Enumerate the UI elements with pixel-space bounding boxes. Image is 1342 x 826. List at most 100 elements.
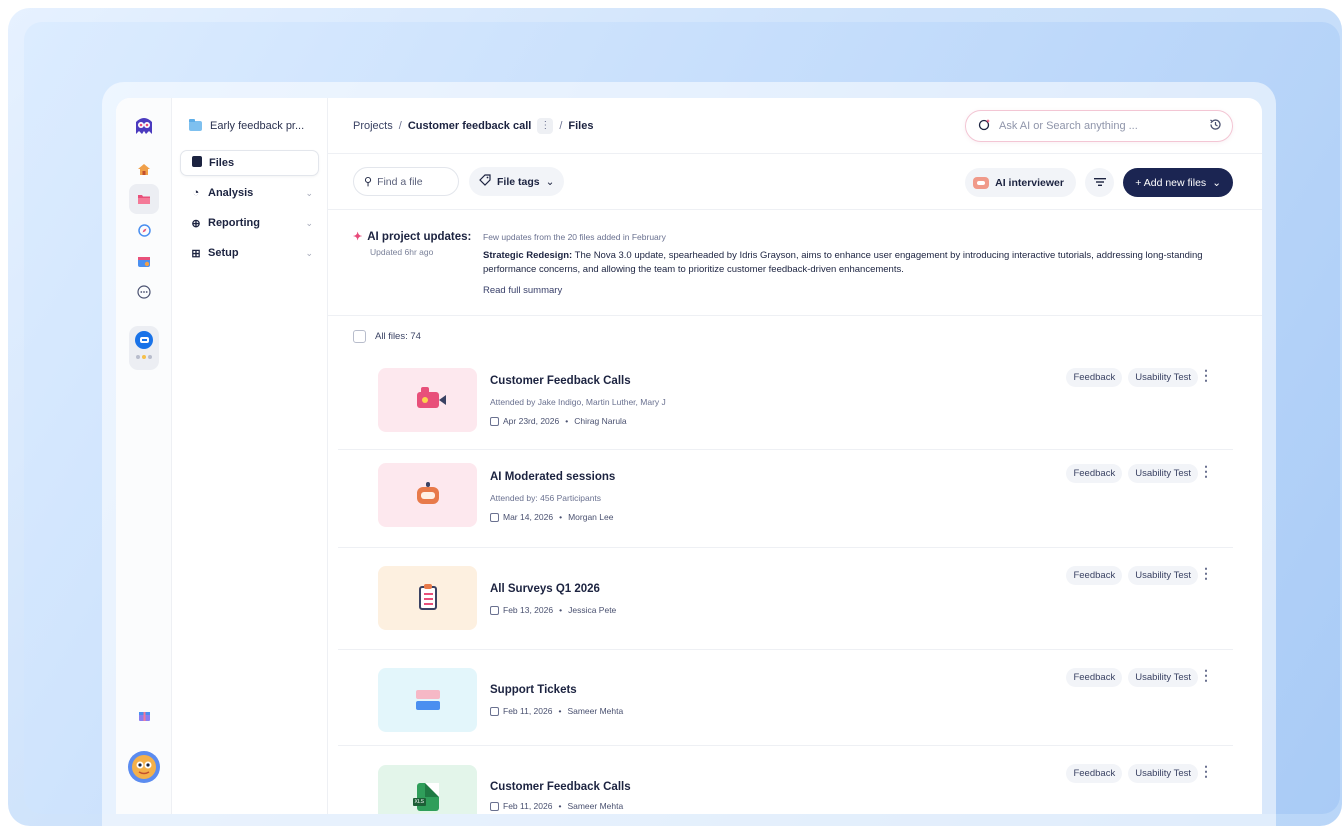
calendar-icon bbox=[490, 512, 499, 522]
file-title[interactable]: Support Tickets bbox=[490, 684, 577, 696]
file-meta: Feb 13, 2026 • Jessica Pete bbox=[490, 605, 616, 615]
tag-feedback[interactable]: Feedback bbox=[1066, 464, 1123, 483]
ai-interviewer-label: AI interviewer bbox=[995, 176, 1064, 189]
file-title[interactable]: Customer Feedback Calls bbox=[490, 375, 631, 387]
kebab-menu-icon[interactable]: ⋮ bbox=[1199, 763, 1213, 780]
find-file-input[interactable]: ⚲ Find a file bbox=[353, 167, 459, 196]
file-icon bbox=[189, 156, 205, 170]
globe-icon: ⊕ bbox=[191, 217, 201, 230]
file-row[interactable]: XLS Customer Feedback Calls Feb 11, 2026… bbox=[338, 746, 1233, 814]
history-icon[interactable] bbox=[1209, 118, 1222, 134]
calendar-users-icon[interactable] bbox=[129, 246, 159, 276]
file-meta: Feb 11, 2026 • Sameer Mehta bbox=[490, 801, 623, 811]
calendar-icon bbox=[490, 706, 499, 716]
dot-separator: • bbox=[558, 801, 562, 811]
kebab-menu-icon[interactable]: ⋮ bbox=[1199, 565, 1213, 582]
file-title[interactable]: Customer Feedback Calls bbox=[490, 781, 631, 793]
calendar-icon bbox=[490, 416, 499, 426]
nav-item-files[interactable]: Files bbox=[180, 150, 319, 176]
file-row[interactable]: Support Tickets Feb 11, 2026 • Sameer Me… bbox=[338, 650, 1233, 746]
support-tickets-icon bbox=[415, 690, 440, 710]
calendar-icon bbox=[490, 801, 499, 811]
dot-separator: • bbox=[565, 416, 569, 426]
nav-item-reporting[interactable]: ⊕ Reporting ⌄ bbox=[180, 210, 319, 236]
project-nav: Early feedback pr... Files ◔ Analysis ⌄ … bbox=[172, 98, 328, 814]
filter-button[interactable] bbox=[1085, 168, 1114, 197]
file-row[interactable]: Customer Feedback Calls Attended by Jake… bbox=[338, 352, 1233, 450]
kebab-menu-icon[interactable]: ⋮ bbox=[1199, 667, 1213, 684]
file-owner: Sameer Mehta bbox=[567, 706, 624, 716]
tag-usability-test[interactable]: Usability Test bbox=[1128, 668, 1198, 687]
breadcrumb-files: Files bbox=[568, 119, 594, 132]
file-date: Feb 13, 2026 bbox=[503, 605, 554, 615]
breadcrumb: Projects / Customer feedback call ⋮ / Fi… bbox=[353, 117, 594, 134]
file-title[interactable]: All Surveys Q1 2026 bbox=[490, 583, 600, 595]
gift-box-icon[interactable] bbox=[129, 700, 159, 730]
all-files-header: All files: 74 bbox=[328, 316, 1262, 356]
file-row[interactable]: All Surveys Q1 2026 Feb 13, 2026 • Jessi… bbox=[338, 548, 1233, 650]
file-tags: Feedback Usability Test bbox=[1066, 566, 1198, 585]
tag-feedback[interactable]: Feedback bbox=[1066, 668, 1123, 687]
file-tags: Feedback Usability Test bbox=[1066, 464, 1198, 483]
file-meta: Feb 11, 2026 • Sameer Mehta bbox=[490, 706, 623, 716]
file-owner: Jessica Pete bbox=[568, 605, 617, 615]
zoom-integration[interactable] bbox=[129, 326, 159, 370]
read-full-summary-link[interactable]: Read full summary bbox=[483, 285, 1223, 296]
file-owner: Chirag Narula bbox=[574, 416, 627, 426]
kebab-menu-icon[interactable]: ⋮ bbox=[537, 117, 554, 134]
file-tags-label: File tags bbox=[497, 175, 540, 188]
file-thumbnail bbox=[378, 463, 477, 527]
breadcrumb-projects[interactable]: Projects bbox=[353, 120, 393, 132]
user-avatar-icon[interactable] bbox=[128, 751, 160, 783]
ai-search-input[interactable]: Ask AI or Search anything ... bbox=[965, 110, 1233, 142]
all-files-count: All files: 74 bbox=[375, 330, 421, 342]
kebab-menu-icon[interactable]: ⋮ bbox=[1199, 367, 1213, 384]
tag-feedback[interactable]: Feedback bbox=[1066, 764, 1123, 783]
tag-feedback[interactable]: Feedback bbox=[1066, 368, 1123, 387]
tag-usability-test[interactable]: Usability Test bbox=[1128, 566, 1198, 585]
tag-usability-test[interactable]: Usability Test bbox=[1128, 764, 1198, 783]
find-placeholder: Find a file bbox=[377, 175, 423, 188]
icon-rail bbox=[116, 98, 172, 814]
file-date: Mar 14, 2026 bbox=[503, 512, 554, 522]
app-window: Early feedback pr... Files ◔ Analysis ⌄ … bbox=[116, 98, 1262, 814]
more-options-icon[interactable] bbox=[129, 277, 159, 307]
file-tags-dropdown[interactable]: File tags ⌄ bbox=[469, 167, 565, 196]
file-thumbnail: XLS bbox=[378, 765, 477, 814]
projects-folder-icon[interactable] bbox=[129, 184, 159, 214]
tag-feedback[interactable]: Feedback bbox=[1066, 566, 1123, 585]
window-dots-icon bbox=[136, 355, 152, 359]
file-owner: Morgan Lee bbox=[568, 512, 614, 522]
robot-icon bbox=[416, 481, 439, 504]
file-tags: Feedback Usability Test bbox=[1066, 668, 1198, 687]
nav-item-setup[interactable]: ⊞ Setup ⌄ bbox=[180, 240, 319, 266]
calendar-icon bbox=[490, 605, 499, 615]
project-selector[interactable]: Early feedback pr... bbox=[172, 98, 327, 154]
search-placeholder: Ask AI or Search anything ... bbox=[999, 120, 1138, 132]
dot-separator: • bbox=[558, 706, 562, 716]
file-attendees: Attended by Jake Indigo, Martin Luther, … bbox=[490, 397, 666, 407]
file-title[interactable]: AI Moderated sessions bbox=[490, 471, 615, 483]
logo-monster-icon[interactable] bbox=[129, 112, 159, 142]
updates-header: ✦ AI project updates: Updated 6hr ago bbox=[353, 230, 472, 258]
ai-search-icon bbox=[978, 118, 991, 134]
home-icon[interactable] bbox=[129, 154, 159, 184]
nav-item-analysis[interactable]: ◔ Analysis ⌄ bbox=[180, 180, 319, 206]
add-new-files-button[interactable]: + Add new files ⌄ bbox=[1123, 168, 1233, 197]
tag-icon bbox=[479, 174, 491, 189]
updates-meta: Few updates from the 20 files added in F… bbox=[483, 232, 666, 242]
file-tags: Feedback Usability Test bbox=[1066, 764, 1198, 783]
select-all-checkbox[interactable] bbox=[353, 329, 366, 343]
breadcrumb-separator: / bbox=[398, 119, 402, 132]
tag-usability-test[interactable]: Usability Test bbox=[1128, 464, 1198, 483]
grid-icon: ⊞ bbox=[191, 247, 201, 260]
breadcrumb-call[interactable]: Customer feedback call bbox=[408, 120, 532, 132]
ai-interviewer-button[interactable]: AI interviewer bbox=[965, 168, 1076, 197]
file-date: Feb 11, 2026 bbox=[503, 706, 553, 716]
updates-title: AI project updates: bbox=[367, 230, 472, 243]
tag-usability-test[interactable]: Usability Test bbox=[1128, 368, 1198, 387]
file-row[interactable]: AI Moderated sessions Attended by: 456 P… bbox=[338, 450, 1233, 548]
kebab-menu-icon[interactable]: ⋮ bbox=[1199, 463, 1213, 480]
project-name: Early feedback pr... bbox=[210, 120, 305, 132]
compass-icon[interactable] bbox=[129, 215, 159, 245]
